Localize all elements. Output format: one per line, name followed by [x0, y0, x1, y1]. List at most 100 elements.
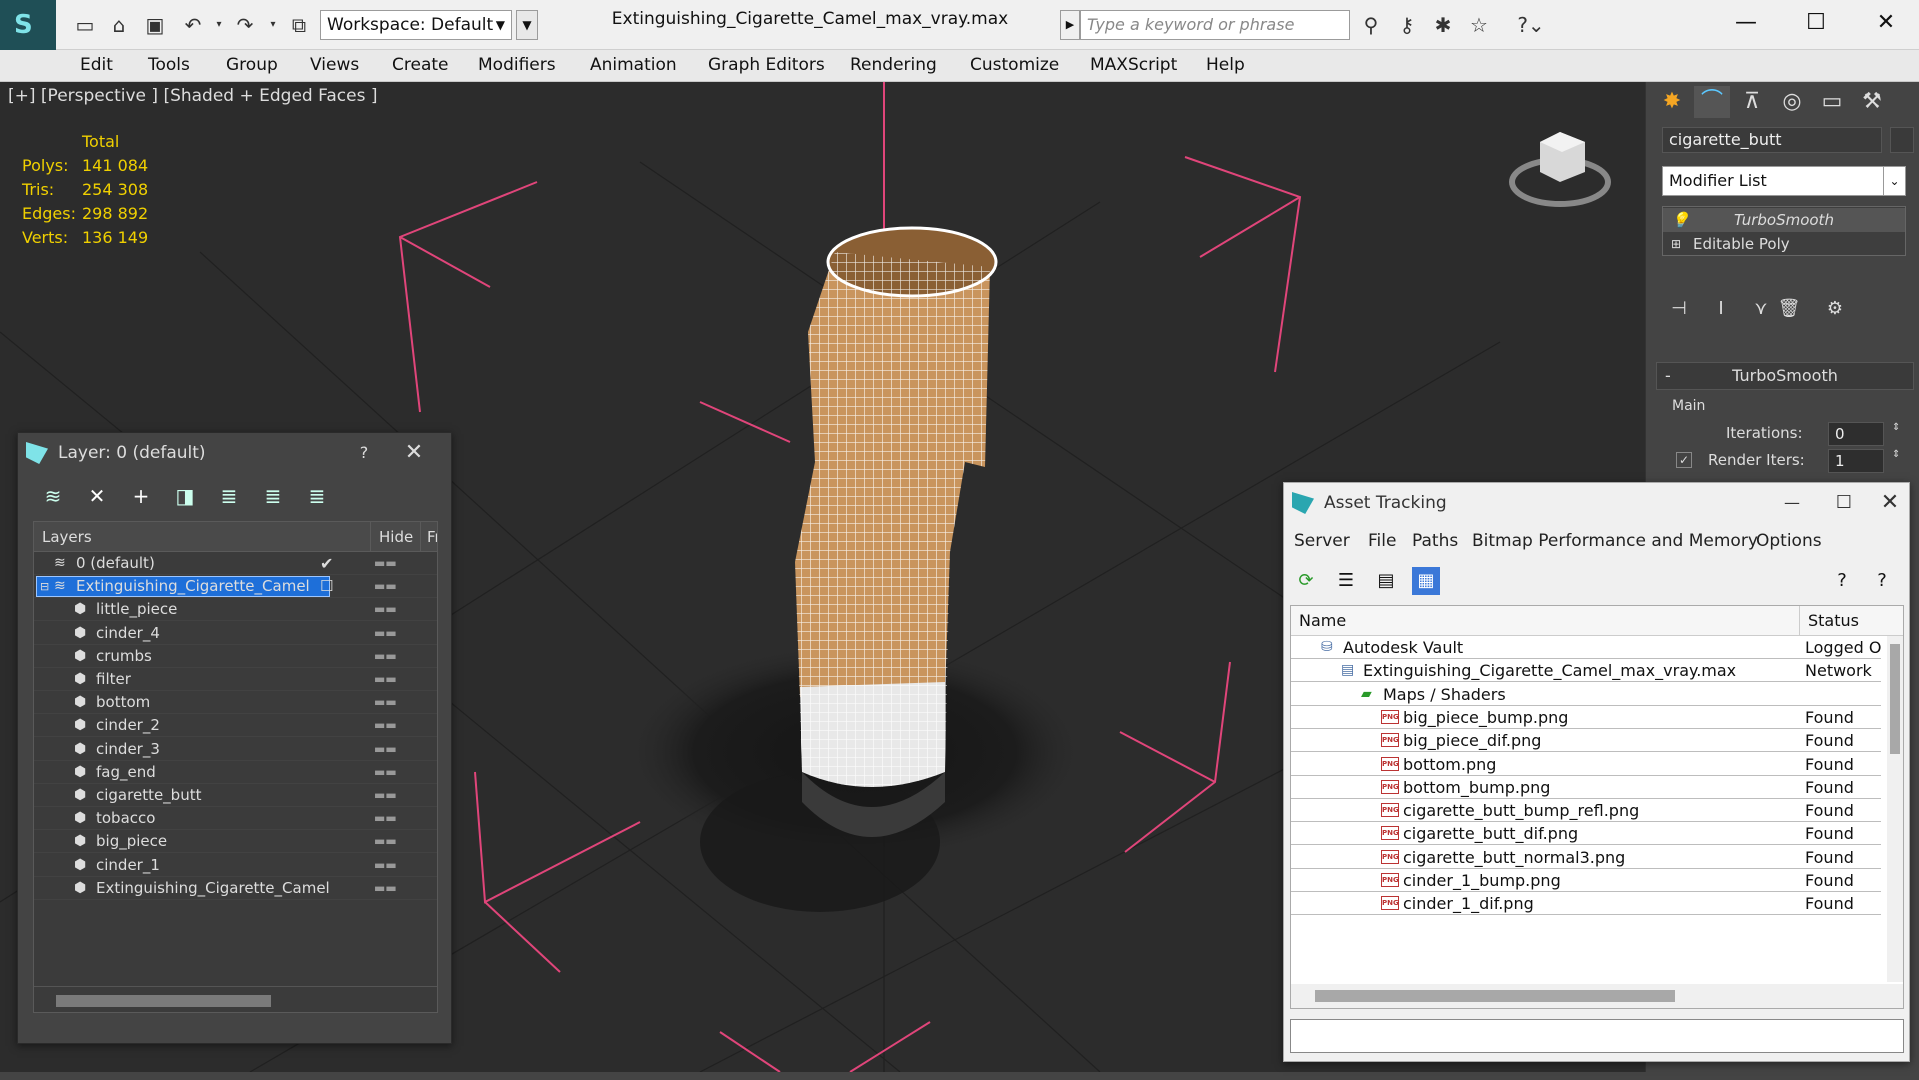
favorites-star-icon[interactable]: ☆	[1466, 12, 1492, 38]
asset-row[interactable]: PNG bottom.png Found	[1291, 753, 1881, 776]
motion-tab-icon[interactable]: ◎	[1774, 86, 1810, 118]
menu-create[interactable]: Create	[392, 55, 449, 75]
layer-row[interactable]: ⬢ fag_end ▬▬	[34, 761, 437, 784]
horizontal-scrollbar[interactable]	[34, 986, 437, 1012]
scrollbar-thumb[interactable]	[1315, 990, 1675, 1002]
highlight-help-icon[interactable]: ?	[1828, 567, 1856, 595]
hide-toggle-icon[interactable]: ▬▬	[374, 714, 397, 737]
layer-row[interactable]: ⬢ cinder_4 ▬▬	[34, 622, 437, 645]
menu-animation[interactable]: Animation	[590, 55, 677, 75]
hide-toggle-icon[interactable]: ▬▬	[374, 854, 397, 877]
set-active-checkbox[interactable]: ☐	[320, 575, 333, 598]
asset-row[interactable]: PNG cinder_1_bump.png Found	[1291, 869, 1881, 892]
asset-row[interactable]: PNG cigarette_butt_dif.png Found	[1291, 822, 1881, 846]
iterations-spinner[interactable]: 0	[1828, 422, 1884, 446]
maximize-icon[interactable]: ☐	[1824, 483, 1864, 523]
undo-dropdown-icon[interactable]: ▾	[206, 12, 232, 38]
horizontal-scrollbar[interactable]	[1291, 984, 1903, 1008]
layer-row[interactable]: ⬢ tobacco ▬▬	[34, 807, 437, 831]
list-view-icon[interactable]: ☰	[1332, 567, 1360, 595]
layer-row[interactable]: ⊟ ≋ Extinguishing_Cigarette_Camel ☐ ▬▬	[34, 575, 437, 599]
hide-toggle-icon[interactable]: ▬▬	[374, 830, 397, 853]
menu-help[interactable]: Help	[1206, 55, 1245, 75]
layer-row[interactable]: ⬢ big_piece ▬▬	[34, 830, 437, 854]
asset-row[interactable]: PNG cigarette_butt_normal3.png Found	[1291, 846, 1881, 869]
show-end-result-icon[interactable]: Ι	[1708, 296, 1734, 322]
help-icon[interactable]: ?	[344, 433, 384, 473]
delete-layer-icon[interactable]: ✕	[82, 481, 112, 511]
rollout-header[interactable]: - TurboSmooth	[1656, 362, 1914, 390]
layer-row[interactable]: ⬢ cinder_2 ▬▬	[34, 714, 437, 738]
spinner-arrows-icon[interactable]: ⇕	[1892, 449, 1900, 460]
help-icon[interactable]: ?	[1868, 567, 1896, 595]
layer-row[interactable]: ≋ 0 (default) ✔ ▬▬	[34, 552, 437, 575]
hide-toggle-icon[interactable]: ▬▬	[374, 668, 397, 691]
render-iters-checkbox[interactable]: ✓	[1676, 452, 1692, 468]
menu-modifiers[interactable]: Modifiers	[478, 55, 556, 75]
hide-toggle-icon[interactable]: ▬▬	[374, 784, 397, 807]
redo-dropdown-icon[interactable]: ▾	[260, 12, 286, 38]
close-icon[interactable]: ✕	[1870, 483, 1910, 523]
asset-row[interactable]: PNG bottom_bump.png Found	[1291, 776, 1881, 799]
vertical-scrollbar[interactable]	[1887, 636, 1903, 982]
search-expand-icon[interactable]: ▶	[1060, 10, 1080, 40]
minimize-icon[interactable]: —	[1772, 483, 1812, 523]
add-to-layer-icon[interactable]: +	[126, 481, 156, 511]
project-folder-icon[interactable]: ⧉	[286, 12, 312, 38]
hide-toggle-icon[interactable]: ▬▬	[374, 691, 397, 714]
menu-options[interactable]: Options	[1756, 531, 1822, 551]
menu-graph-editors[interactable]: Graph Editors	[708, 55, 825, 75]
undo-icon[interactable]: ↶	[180, 12, 206, 38]
asset-row[interactable]: PNG cigarette_butt_bump_refl.png Found	[1291, 799, 1881, 823]
hierarchy-tab-icon[interactable]: ⊼	[1734, 86, 1770, 118]
highlight-layer-icon[interactable]: ≣	[214, 481, 244, 511]
asset-window-titlebar[interactable]: Asset Tracking	[1284, 483, 1909, 523]
viewcube[interactable]	[1509, 132, 1611, 207]
display-tab-icon[interactable]: ▭	[1814, 86, 1850, 118]
maximize-icon[interactable]: ☐	[1796, 6, 1836, 40]
layer-row[interactable]: ⬢ filter ▬▬	[34, 668, 437, 691]
layer-row[interactable]: ⬢ little_piece ▬▬	[34, 598, 437, 622]
scrollbar-thumb[interactable]	[56, 995, 271, 1007]
layer-row[interactable]: ⬢ crumbs ▬▬	[34, 645, 437, 668]
layer-window-titlebar[interactable]: Layer: 0 (default)	[18, 433, 451, 473]
active-layer-check-icon[interactable]: ✔	[320, 552, 333, 575]
layer-row[interactable]: ⬢ bottom ▬▬	[34, 691, 437, 715]
modifier-list-dropdown[interactable]: Modifier List ⌄	[1662, 166, 1906, 196]
menu-paths[interactable]: Paths	[1412, 531, 1458, 551]
hide-toggle-icon[interactable]: ▬▬	[374, 575, 397, 598]
menu-group[interactable]: Group	[226, 55, 278, 75]
hide-toggle-icon[interactable]: ▬▬	[374, 622, 397, 645]
scrollbar-thumb[interactable]	[1890, 644, 1900, 754]
column-status[interactable]: Status	[1799, 606, 1903, 636]
redo-icon[interactable]: ↷	[232, 12, 258, 38]
make-unique-icon[interactable]: ⋎	[1748, 296, 1774, 322]
workspace-menu-icon[interactable]: ▼	[516, 10, 538, 40]
expand-plus-icon[interactable]: ⊞	[1671, 232, 1681, 256]
refresh-icon[interactable]: ⟳	[1292, 567, 1320, 595]
remove-modifier-icon[interactable]: 🗑	[1776, 296, 1802, 322]
modify-tab-icon[interactable]: ⌒	[1694, 86, 1730, 118]
close-icon[interactable]: ✕	[1866, 6, 1906, 40]
object-color-swatch[interactable]	[1890, 127, 1914, 153]
menu-customize[interactable]: Customize	[970, 55, 1059, 75]
column-freeze[interactable]: Fr	[420, 522, 437, 552]
menu-maxscript[interactable]: MAXScript	[1090, 55, 1177, 75]
sign-in-icon[interactable]: ✱	[1430, 12, 1456, 38]
hide-toggle-icon[interactable]: ▬▬	[374, 761, 397, 784]
pin-stack-icon[interactable]: ⊣	[1666, 296, 1692, 322]
menu-edit[interactable]: Edit	[80, 55, 113, 75]
spinner-arrows-icon[interactable]: ⇕	[1892, 422, 1900, 433]
table-view-icon[interactable]: ▦	[1412, 567, 1440, 595]
help-icon[interactable]: ?⌄	[1514, 12, 1548, 38]
new-file-icon[interactable]: ▭	[72, 12, 98, 38]
hide-toggle-icon[interactable]: ▬▬	[374, 552, 397, 575]
asset-row[interactable]: ⛁ Autodesk Vault Logged O	[1291, 636, 1881, 659]
menu-tools[interactable]: Tools	[148, 55, 190, 75]
layer-row[interactable]: ⬢ Extinguishing_Cigarette_Camel ▬▬	[34, 877, 437, 900]
asset-row[interactable]: PNG cinder_1_dif.png Found	[1291, 892, 1881, 916]
key-icon[interactable]: ⚷	[1394, 12, 1420, 38]
asset-row[interactable]: ▤ Extinguishing_Cigarette_Camel_max_vray.…	[1291, 659, 1881, 683]
column-name[interactable]: Name	[1299, 606, 1346, 636]
binoculars-icon[interactable]: ⚲	[1358, 12, 1384, 38]
